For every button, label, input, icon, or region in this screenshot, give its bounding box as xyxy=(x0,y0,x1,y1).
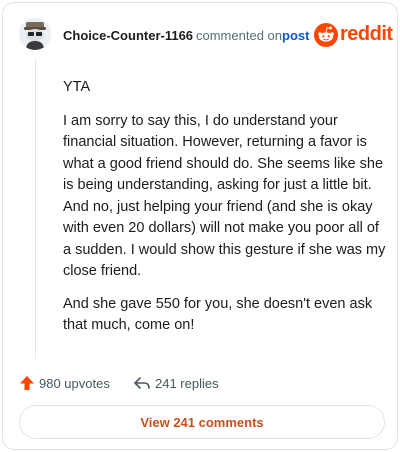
comment-paragraph: I am sorry to say this, I do understand … xyxy=(63,112,386,280)
commented-on-label: commented on xyxy=(196,28,282,43)
comment-body: YTA I am sorry to say this, I do underst… xyxy=(63,77,391,348)
snoo-avatar-icon xyxy=(19,18,51,50)
view-comments-button[interactable]: View 241 comments xyxy=(19,405,385,439)
post-link[interactable]: post xyxy=(282,28,309,43)
comment-paragraph: YTA xyxy=(63,79,91,95)
reddit-logo-icon xyxy=(314,23,338,47)
comment-header: Choice-Counter-1166 commented on post re… xyxy=(3,3,397,67)
reply-count[interactable]: 241 replies xyxy=(155,376,219,391)
author-name[interactable]: Choice-Counter-1166 xyxy=(63,28,193,43)
thread-line xyxy=(35,59,36,359)
comment-paragraph: And she gave 550 for you, she doesn't ev… xyxy=(63,295,373,334)
comment-card: Choice-Counter-1166 commented on post re… xyxy=(2,2,398,450)
reply-arrow-icon[interactable] xyxy=(133,375,151,391)
comment-actions: 980 upvotes 241 replies xyxy=(19,373,389,393)
reddit-wordmark: reddit xyxy=(340,23,393,45)
upvote-count: 980 upvotes xyxy=(39,376,110,391)
avatar[interactable] xyxy=(19,18,51,50)
upvote-arrow-icon[interactable] xyxy=(19,375,35,391)
